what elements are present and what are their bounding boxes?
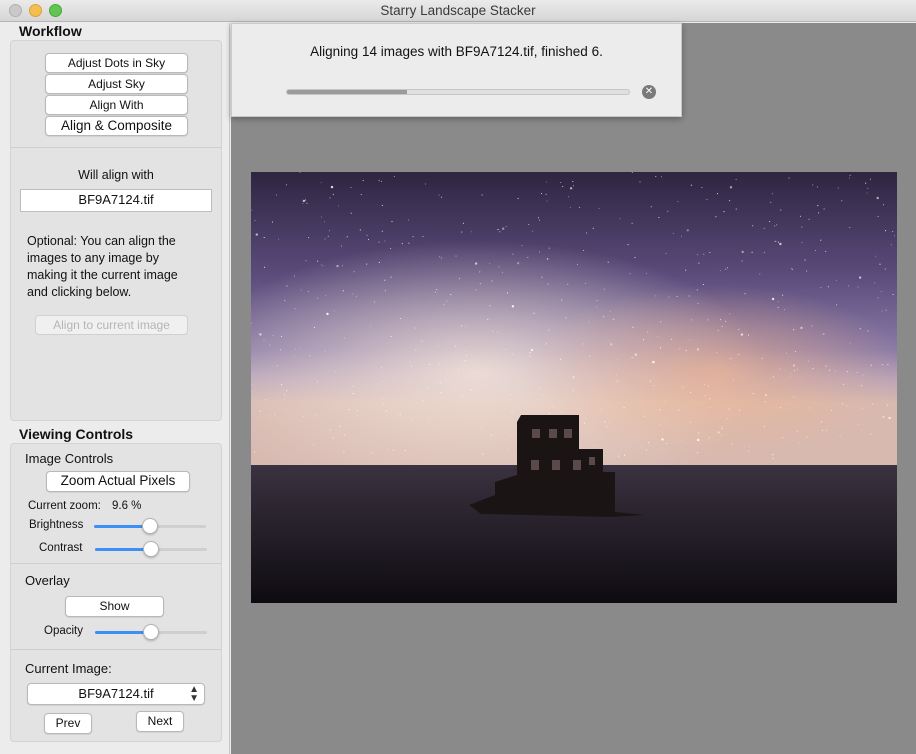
- current-image-divider: [11, 649, 221, 650]
- opacity-slider[interactable]: [95, 624, 207, 640]
- optional-text-line3: making it the current image: [27, 268, 178, 282]
- zoom-value: 9.6 %: [112, 500, 142, 512]
- title-bar: Starry Landscape Stacker: [0, 0, 916, 22]
- align-with-button[interactable]: Align With: [45, 95, 188, 115]
- optional-text-line4: and clicking below.: [27, 285, 132, 299]
- viewing-controls-title: Viewing Controls: [19, 426, 134, 442]
- sidebar: Workflow Adjust Dots in Sky Adjust Sky A…: [0, 23, 230, 754]
- preview-image: [251, 172, 897, 603]
- workflow-divider: [11, 147, 221, 148]
- current-image-select-value: BF9A7124.tif: [78, 686, 154, 701]
- zoom-actual-pixels-button[interactable]: Zoom Actual Pixels: [46, 471, 190, 492]
- zoom-label: Current zoom:: [28, 500, 101, 512]
- align-composite-button[interactable]: Align & Composite: [45, 116, 188, 136]
- workflow-title: Workflow: [19, 23, 82, 39]
- overlay-show-button[interactable]: Show: [65, 596, 164, 617]
- overlay-divider: [11, 563, 221, 564]
- contrast-label: Contrast: [39, 542, 83, 554]
- optional-text-line2: images to any image by: [27, 251, 160, 265]
- prev-button[interactable]: Prev: [44, 713, 92, 734]
- adjust-sky-button[interactable]: Adjust Sky: [45, 74, 188, 94]
- image-controls-label: Image Controls: [25, 451, 114, 466]
- current-image-label: Current Image:: [25, 661, 112, 676]
- image-canvas[interactable]: Aligning 14 images with BF9A7124.tif, fi…: [231, 23, 916, 754]
- adjust-dots-button[interactable]: Adjust Dots in Sky: [45, 53, 188, 73]
- overlay-label: Overlay: [25, 573, 70, 588]
- contrast-slider[interactable]: [95, 541, 207, 557]
- brightness-label: Brightness: [29, 519, 84, 531]
- next-button[interactable]: Next: [136, 711, 184, 732]
- align-to-current-button[interactable]: Align to current image: [35, 315, 188, 335]
- progress-bar: [286, 89, 630, 95]
- will-align-label: Will align with: [78, 168, 154, 182]
- progress-bar-fill: [287, 90, 407, 94]
- optional-text-line1: Optional: You can align the: [27, 234, 176, 248]
- progress-sheet: Aligning 14 images with BF9A7124.tif, fi…: [231, 23, 682, 117]
- night-sky-photo: [251, 172, 897, 603]
- cancel-icon[interactable]: ✕: [642, 85, 656, 99]
- window-title: Starry Landscape Stacker: [380, 3, 536, 18]
- contrast-slider-knob[interactable]: [143, 541, 159, 557]
- align-target-field[interactable]: BF9A7124.tif: [20, 189, 212, 212]
- select-chevron-icon: ▲ ▼: [189, 684, 199, 704]
- opacity-slider-knob[interactable]: [143, 624, 159, 640]
- brightness-slider[interactable]: [94, 518, 206, 534]
- opacity-label: Opacity: [44, 625, 83, 637]
- current-image-select[interactable]: BF9A7124.tif ▲ ▼: [27, 683, 205, 705]
- workflow-group: Adjust Dots in Sky Adjust Sky Align With…: [10, 40, 222, 421]
- progress-message: Aligning 14 images with BF9A7124.tif, fi…: [310, 44, 603, 59]
- viewing-controls-group: Image Controls Zoom Actual Pixels Curren…: [10, 443, 222, 742]
- brightness-slider-knob[interactable]: [142, 518, 158, 534]
